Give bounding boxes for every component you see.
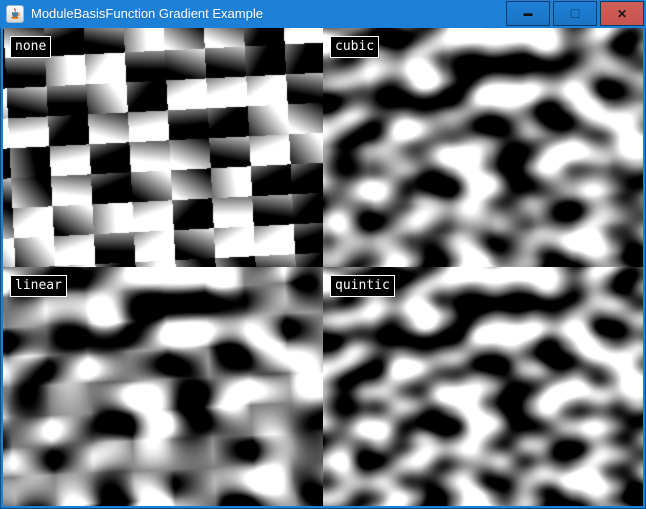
panel-label-linear: linear [10,275,67,297]
window-controls: ▬ □ ✕ [506,1,644,26]
noise-canvas-cubic [323,28,643,267]
minimize-icon: ▬ [524,9,533,18]
noise-canvas-linear [3,267,323,506]
java-icon[interactable] [6,5,24,23]
noise-panel-cubic: cubic [323,28,643,267]
minimize-button[interactable]: ▬ [506,1,550,26]
noise-canvas-none [3,28,323,267]
noise-panel-none: none [3,28,323,267]
maximize-icon: □ [571,6,579,20]
noise-panel-quintic: quintic [323,267,643,506]
noise-grid: none cubic linear quintic [3,28,643,506]
close-button[interactable]: ✕ [600,1,644,26]
noise-canvas-quintic [323,267,643,506]
noise-panel-linear: linear [3,267,323,506]
close-icon: ✕ [617,8,627,20]
app-window: ModuleBasisFunction Gradient Example ▬ □… [0,0,646,509]
panel-label-cubic: cubic [330,36,379,58]
panel-label-none: none [10,36,51,58]
panel-label-quintic: quintic [330,275,395,297]
window-title: ModuleBasisFunction Gradient Example [31,0,263,28]
title-bar[interactable]: ModuleBasisFunction Gradient Example ▬ □… [0,0,646,28]
java-coffee-cup-icon [8,7,22,21]
maximize-button[interactable]: □ [553,1,597,26]
